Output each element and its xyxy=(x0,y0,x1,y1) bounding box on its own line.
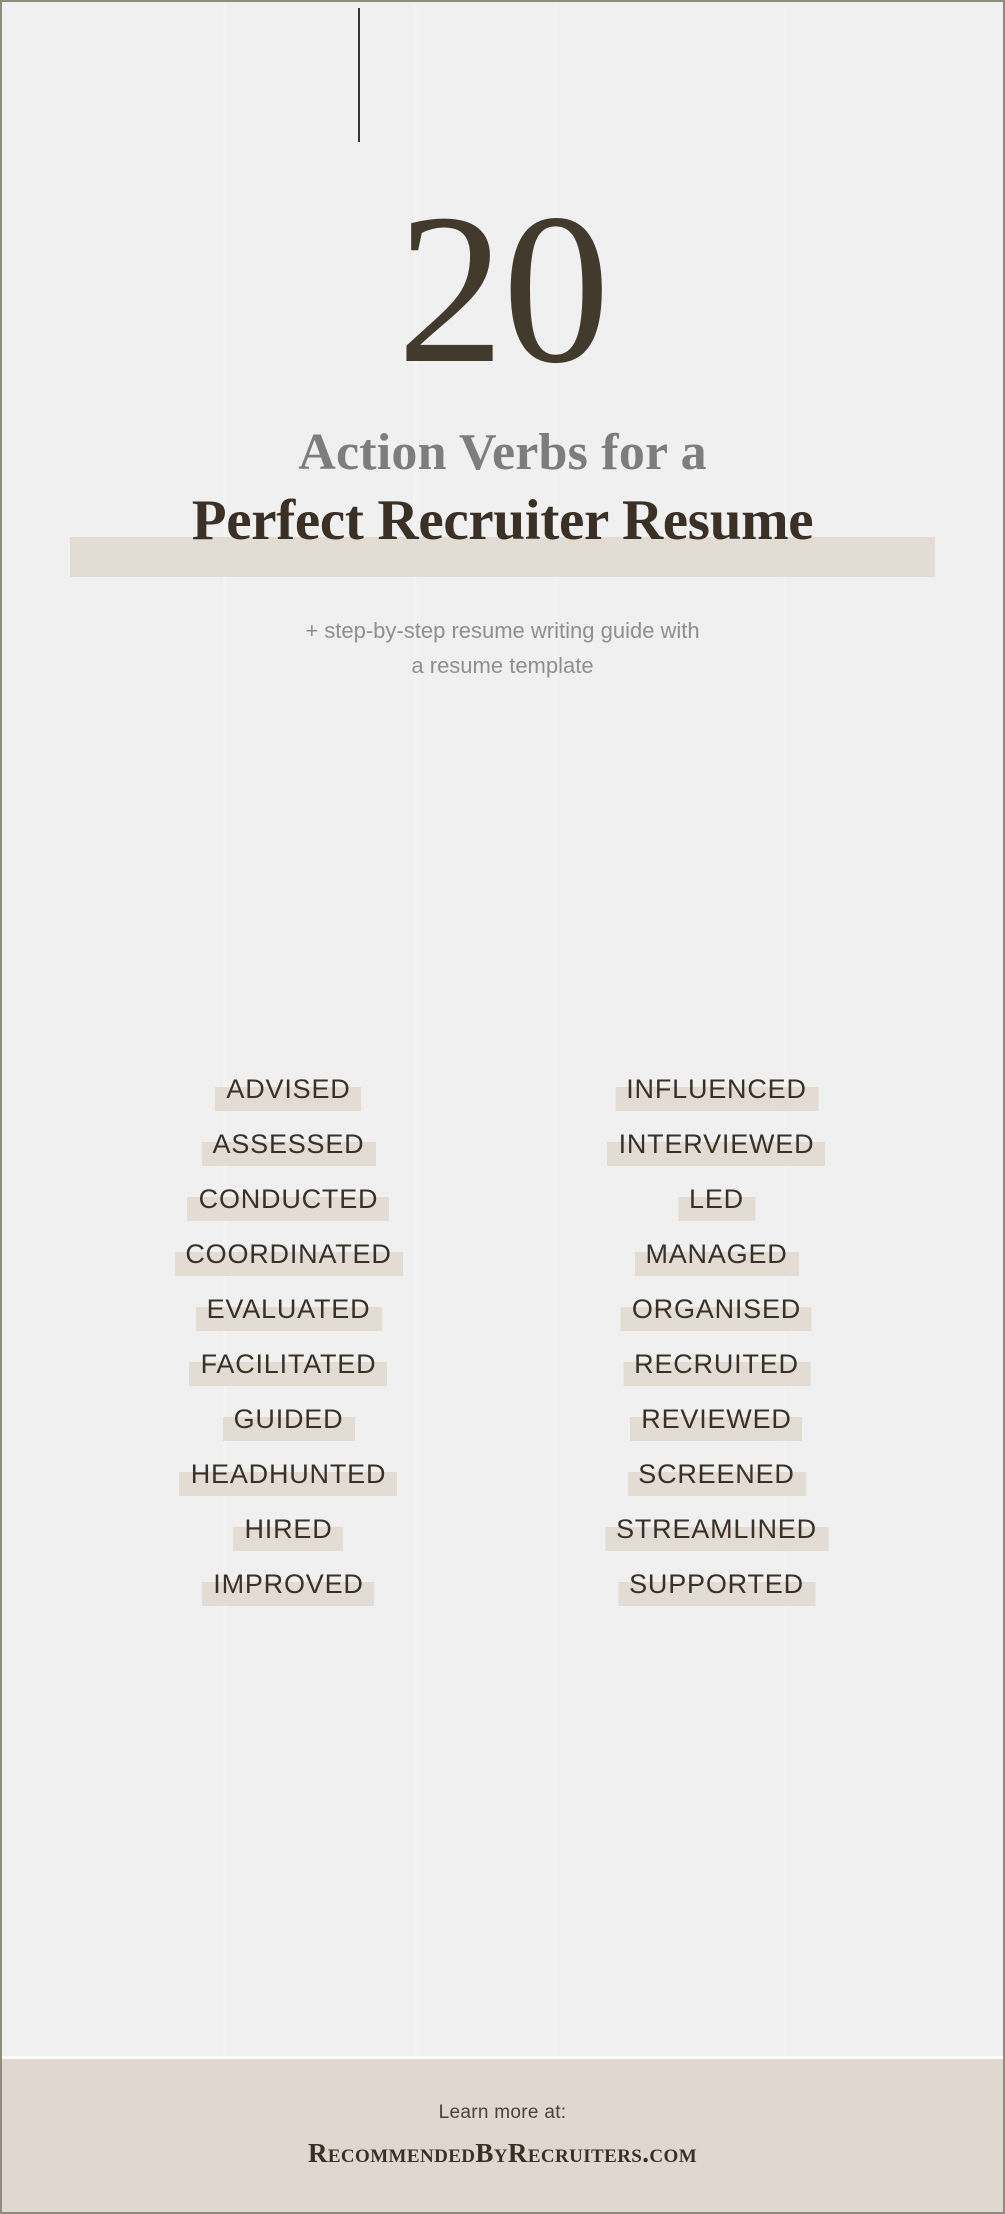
header: 20 Action Verbs for a Perfect Recruiter … xyxy=(2,169,1003,683)
verb-label: HEADHUNTED xyxy=(190,1459,387,1489)
verb-label: SUPPORTED xyxy=(629,1569,804,1599)
verb-label: REVIEWED xyxy=(641,1404,792,1434)
verb-label: COORDINATED xyxy=(185,1239,392,1269)
verb-lists: ADVISED ASSESSED CONDUCTED COORDINATED EVALU… xyxy=(2,1062,1003,1612)
verb-label: ADVISED xyxy=(226,1074,351,1104)
verb-item: MANAGED xyxy=(634,1227,799,1282)
verb-column-left: ADVISED ASSESSED CONDUCTED COORDINATED EVALU… xyxy=(129,1062,449,1612)
verb-item: LED xyxy=(678,1172,755,1227)
verb-label: RECRUITED xyxy=(634,1349,799,1379)
verb-column-right: INFLUENCED INTERVIEWED LED MANAGED ORGANISED… xyxy=(557,1062,877,1612)
verb-label: INTERVIEWED xyxy=(618,1129,815,1159)
lede-text: + step-by-step resume writing guide with… xyxy=(2,613,1003,683)
verb-item: COORDINATED xyxy=(174,1227,403,1282)
verb-item: SCREENED xyxy=(627,1447,806,1502)
verb-item: RECRUITED xyxy=(623,1337,810,1392)
verb-item: GUIDED xyxy=(222,1392,355,1447)
verb-item: ADVISED xyxy=(215,1062,362,1117)
verb-label: MANAGED xyxy=(645,1239,788,1269)
verb-item: CONDUCTED xyxy=(187,1172,390,1227)
verb-label: STREAMLINED xyxy=(616,1514,817,1544)
verb-label: GUIDED xyxy=(233,1404,344,1434)
verb-item: ORGANISED xyxy=(620,1282,812,1337)
verb-label: INFLUENCED xyxy=(626,1074,807,1104)
footer: Learn more at: RecommendedByRecruiters.c… xyxy=(2,2056,1003,2212)
verb-item: HIRED xyxy=(233,1502,344,1557)
verb-item: IMPROVED xyxy=(202,1557,375,1612)
infographic-poster: 20 Action Verbs for a Perfect Recruiter … xyxy=(0,0,1005,2214)
subtitle-line-1: Action Verbs for a xyxy=(298,423,707,481)
verb-item: INFLUENCED xyxy=(615,1062,818,1117)
verb-label: CONDUCTED xyxy=(198,1184,379,1214)
lede-line-1: + step-by-step resume writing guide with xyxy=(305,617,700,643)
verb-item: INTERVIEWED xyxy=(607,1117,826,1172)
verb-label: EVALUATED xyxy=(206,1294,371,1324)
verb-label: LED xyxy=(689,1184,744,1214)
footer-brand-link[interactable]: RecommendedByRecruiters.com xyxy=(308,2138,697,2169)
top-vertical-rule-decoration xyxy=(358,8,360,142)
verb-item: FACILITATED xyxy=(189,1337,388,1392)
headline: Perfect Recruiter Resume xyxy=(191,488,814,552)
footer-lead-text: Learn more at: xyxy=(438,2102,567,2123)
verb-item: REVIEWED xyxy=(630,1392,803,1447)
verb-label: IMPROVED xyxy=(213,1569,364,1599)
verb-label: SCREENED xyxy=(638,1459,795,1489)
verb-item: HEADHUNTED xyxy=(179,1447,398,1502)
verb-label: ORGANISED xyxy=(631,1294,802,1324)
verb-item: ASSESSED xyxy=(201,1117,376,1172)
verb-item: SUPPORTED xyxy=(618,1557,815,1612)
big-number: 20 xyxy=(397,169,610,408)
verb-item: STREAMLINED xyxy=(605,1502,828,1557)
verb-label: HIRED xyxy=(244,1514,333,1544)
lede-line-2: a resume template xyxy=(411,653,594,679)
headline-container: Perfect Recruiter Resume xyxy=(2,489,1003,577)
verb-label: FACILITATED xyxy=(200,1349,377,1379)
verb-item: EVALUATED xyxy=(195,1282,382,1337)
verb-label: ASSESSED xyxy=(212,1129,365,1159)
